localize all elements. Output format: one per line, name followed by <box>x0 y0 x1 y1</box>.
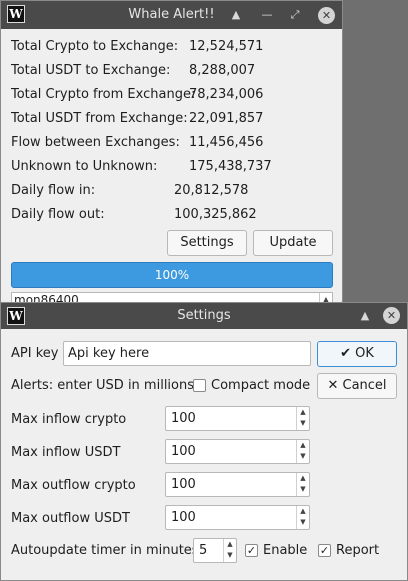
spin-value: 100 <box>171 444 196 459</box>
update-button[interactable]: Update <box>253 230 333 256</box>
stat-value: 100,325,862 <box>174 207 257 222</box>
autoupdate-label: Autoupdate timer in minutes <box>11 543 199 558</box>
stat-label: Total USDT from Exchange: <box>11 111 188 126</box>
stat-label: Flow between Exchanges: <box>11 135 180 150</box>
stat-value: 11,456,456 <box>189 135 264 150</box>
ok-label: OK <box>355 346 374 361</box>
stat-label: Daily flow in: <box>11 183 96 198</box>
report-label: Report <box>336 543 380 558</box>
max-outflow-crypto-spinbox[interactable]: 100 ▲ ▼ <box>165 472 310 497</box>
spin-down-icon[interactable]: ▼ <box>297 484 309 495</box>
settings-button[interactable]: Settings <box>167 230 247 256</box>
dialog-title: Settings <box>177 308 231 323</box>
spin-up-icon[interactable]: ▲ <box>224 539 236 550</box>
shade-icon[interactable]: ▲ <box>228 7 244 23</box>
spin-up-icon[interactable]: ▲ <box>297 440 309 451</box>
progress-bar: 100% <box>11 262 333 288</box>
stat-value: 12,524,571 <box>189 39 264 54</box>
spin-down-icon[interactable]: ▼ <box>297 451 309 462</box>
enable-label: Enable <box>263 543 308 558</box>
stat-label: Unknown to Unknown: <box>11 159 158 174</box>
stat-value: 22,091,857 <box>189 111 264 126</box>
spin-down-icon[interactable]: ▼ <box>297 517 309 528</box>
max-inflow-usdt-label: Max inflow USDT <box>11 445 121 460</box>
stat-label: Total Crypto to Exchange: <box>11 39 179 54</box>
stat-value: 8,288,007 <box>189 63 256 78</box>
spin-down-icon[interactable]: ▼ <box>224 550 236 561</box>
stat-value: 78,234,006 <box>189 87 264 102</box>
max-inflow-crypto-spinbox[interactable]: 100 ▲ ▼ <box>165 406 310 431</box>
report-checkbox[interactable]: ✓ <box>318 544 331 557</box>
max-outflow-usdt-label: Max outflow USDT <box>11 511 130 526</box>
stat-label: Total Crypto from Exchange: <box>11 87 196 102</box>
api-key-label: API key <box>11 346 59 361</box>
settings-dialog: W Settings ▲ ✕ API key Api key here ✔ OK… <box>0 302 408 581</box>
compact-mode-checkbox[interactable] <box>193 379 206 392</box>
spin-down-icon[interactable]: ▼ <box>297 418 309 429</box>
alerts-note: Alerts: enter USD in millions. <box>11 378 199 393</box>
stat-label: Total USDT to Exchange: <box>11 63 171 78</box>
settings-titlebar[interactable]: W Settings ▲ ✕ <box>1 303 407 329</box>
cancel-icon: ✕ <box>327 378 339 393</box>
close-icon[interactable]: ✕ <box>383 307 400 324</box>
enable-checkbox[interactable]: ✓ <box>245 544 258 557</box>
spin-up-icon[interactable]: ▲ <box>297 407 309 418</box>
autoupdate-spinbox[interactable]: 5 ▲ ▼ <box>193 538 237 563</box>
spin-value: 100 <box>171 411 196 426</box>
stat-label: Daily flow out: <box>11 207 105 222</box>
minimize-icon[interactable]: — <box>259 7 275 23</box>
stat-value: 20,812,578 <box>174 183 249 198</box>
check-icon: ✔ <box>340 346 351 361</box>
spin-value: 5 <box>199 543 208 558</box>
maximize-icon[interactable]: ⤢ <box>287 7 303 23</box>
max-outflow-crypto-label: Max outflow crypto <box>11 478 136 493</box>
max-inflow-crypto-label: Max inflow crypto <box>11 412 127 427</box>
spin-up-icon[interactable]: ▲ <box>297 473 309 484</box>
spin-up-icon[interactable]: ▲ <box>297 506 309 517</box>
max-inflow-usdt-spinbox[interactable]: 100 ▲ ▼ <box>165 439 310 464</box>
main-titlebar[interactable]: W Whale Alert!! ▲ — ⤢ ✕ <box>1 1 342 29</box>
shade-icon[interactable]: ▲ <box>357 308 373 324</box>
close-icon[interactable]: ✕ <box>318 7 335 24</box>
max-outflow-usdt-spinbox[interactable]: 100 ▲ ▼ <box>165 505 310 530</box>
cancel-button[interactable]: ✕ Cancel <box>317 373 397 399</box>
cancel-label: Cancel <box>342 378 387 393</box>
ok-button[interactable]: ✔ OK <box>317 341 397 367</box>
compact-mode-label: Compact mode <box>211 378 311 393</box>
spin-value: 100 <box>171 477 196 492</box>
spin-value: 100 <box>171 510 196 525</box>
stat-value: 175,438,737 <box>189 159 272 174</box>
main-window: W Whale Alert!! ▲ — ⤢ ✕ Total Crypto to … <box>0 0 343 306</box>
api-key-input[interactable]: Api key here <box>63 341 311 366</box>
